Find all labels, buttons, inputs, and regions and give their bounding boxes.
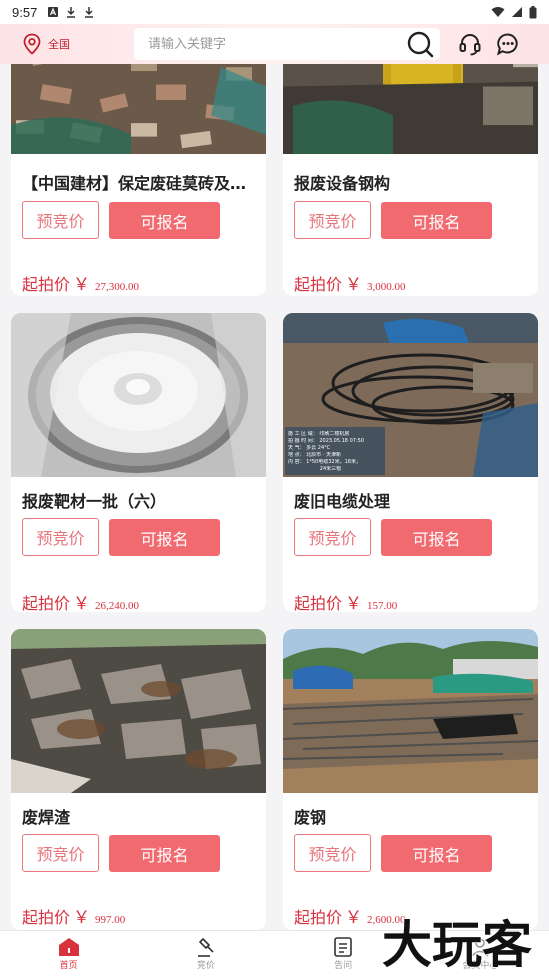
search-icon[interactable] [406, 30, 434, 58]
start-price-label: 起拍价 [294, 908, 343, 927]
price-value: 26,240.00 [95, 600, 140, 612]
caption-row: 拍 摄 时 间： 2023.05.18 07:50 [288, 438, 364, 444]
photo-caption: 施 工 区 域： 印刷二楼机房 拍 摄 时 间： 2023.05.18 07:5… [288, 431, 386, 473]
preview-bid-button[interactable]: 预竞价 [294, 201, 371, 239]
caption-row: 施 工 区 域： 印刷二楼机房 [288, 431, 350, 437]
item-title: 报废设备钢构 [294, 174, 391, 193]
nav-label: 竞价 [196, 961, 215, 971]
auction-card[interactable]: 报废靶材一批（六） 预竞价 可报名 起拍价 ￥ 26,240.00 [11, 313, 266, 612]
item-title: 【中国建材】保定废硅莫砖及… [22, 174, 247, 193]
location-label: 全国 [48, 38, 70, 51]
start-price-label: 起拍价 [294, 275, 343, 294]
preview-bid-button[interactable]: 预竞价 [22, 201, 99, 239]
nav-bidding[interactable]: 竞价 [137, 931, 274, 977]
status-bar: 9:57 [0, 0, 549, 24]
caption-row: 内 容： 1*50电缆32米，18米， [288, 459, 361, 465]
price-value: 3,000.00 [367, 281, 406, 293]
preview-bid-button[interactable]: 预竞价 [294, 834, 371, 872]
start-price: 起拍价 ￥ 27,300.00 [22, 270, 139, 295]
watermark-logo: 大玩客 [381, 914, 546, 977]
currency-symbol: ￥ [345, 908, 363, 928]
caption-row: 天 气： 多云 24°C [288, 445, 331, 451]
start-price: 起拍价 ￥ 997.00 [22, 903, 125, 928]
location-selector[interactable]: 全国 [22, 33, 134, 55]
currency-symbol: ￥ [73, 275, 91, 295]
register-button[interactable]: 可报名 [381, 202, 492, 239]
start-price-label: 起拍价 [22, 908, 71, 927]
search-box [134, 28, 440, 60]
currency-symbol: ￥ [73, 908, 91, 928]
nav-home[interactable]: 首页 [0, 931, 137, 977]
caption-row: 24米三根 [288, 466, 342, 472]
svg-text:大玩客: 大玩客 [382, 916, 532, 974]
app-header: 全国 [0, 24, 549, 64]
register-button[interactable]: 可报名 [109, 835, 220, 872]
cell-signal-icon [512, 7, 522, 17]
currency-symbol: ￥ [73, 594, 91, 612]
download-icon [67, 7, 76, 18]
register-button[interactable]: 可报名 [109, 202, 220, 239]
preview-bid-button[interactable]: 预竞价 [22, 834, 99, 872]
preview-bid-button[interactable]: 预竞价 [22, 518, 99, 556]
start-price: 起拍价 ￥ 157.00 [294, 589, 397, 612]
item-title: 报废靶材一批（六） [22, 492, 167, 511]
preview-bid-button[interactable]: 预竞价 [294, 518, 371, 556]
start-price: 起拍价 ￥ 3,000.00 [294, 270, 406, 295]
nav-label: 首页 [59, 961, 78, 971]
register-button[interactable]: 可报名 [381, 835, 492, 872]
location-pin-icon [23, 33, 41, 55]
item-title: 废钢 [294, 808, 327, 827]
start-price-label: 起拍价 [22, 275, 71, 294]
auction-card[interactable]: 废钢 预竞价 可报名 起拍价 ￥ 2,600.00 [283, 629, 538, 930]
notification-a-icon [48, 7, 59, 17]
register-button[interactable]: 可报名 [109, 519, 220, 556]
home-icon [58, 938, 79, 956]
item-photo [11, 313, 266, 477]
price-value: 27,300.00 [95, 281, 140, 293]
notes-icon [334, 937, 352, 957]
item-photo [283, 629, 538, 793]
auction-card[interactable]: 施 工 区 域： 印刷二楼机房 拍 摄 时 间： 2023.05.18 07:5… [283, 313, 538, 612]
currency-symbol: ￥ [345, 275, 363, 295]
price-value: 997.00 [95, 914, 126, 926]
message-icon[interactable] [496, 32, 520, 56]
download-icon-2 [85, 7, 94, 18]
start-price: 起拍价 ￥ 26,240.00 [22, 589, 139, 612]
watermark-logo-graphic: 大玩客 [381, 915, 533, 975]
item-title: 废焊渣 [22, 808, 71, 827]
price-value: 157.00 [367, 600, 398, 612]
search-input[interactable] [148, 36, 406, 52]
customer-service-icon[interactable] [458, 32, 482, 56]
caption-row: 地 点： 北辰市 · 天津新 [288, 452, 341, 458]
gavel-icon [197, 937, 214, 957]
nav-label: 告问 [334, 961, 353, 971]
item-photo [11, 629, 266, 793]
wifi-icon [491, 7, 505, 17]
register-button[interactable]: 可报名 [381, 519, 492, 556]
start-price-label: 起拍价 [294, 594, 343, 612]
battery-icon [529, 5, 537, 18]
item-title: 废旧电缆处理 [294, 492, 391, 511]
start-price-label: 起拍价 [22, 594, 71, 612]
auction-card[interactable]: 废焊渣 预竞价 可报名 起拍价 ￥ 997.00 [11, 629, 266, 930]
status-time: 9:57 [12, 4, 38, 20]
currency-symbol: ￥ [345, 594, 363, 612]
